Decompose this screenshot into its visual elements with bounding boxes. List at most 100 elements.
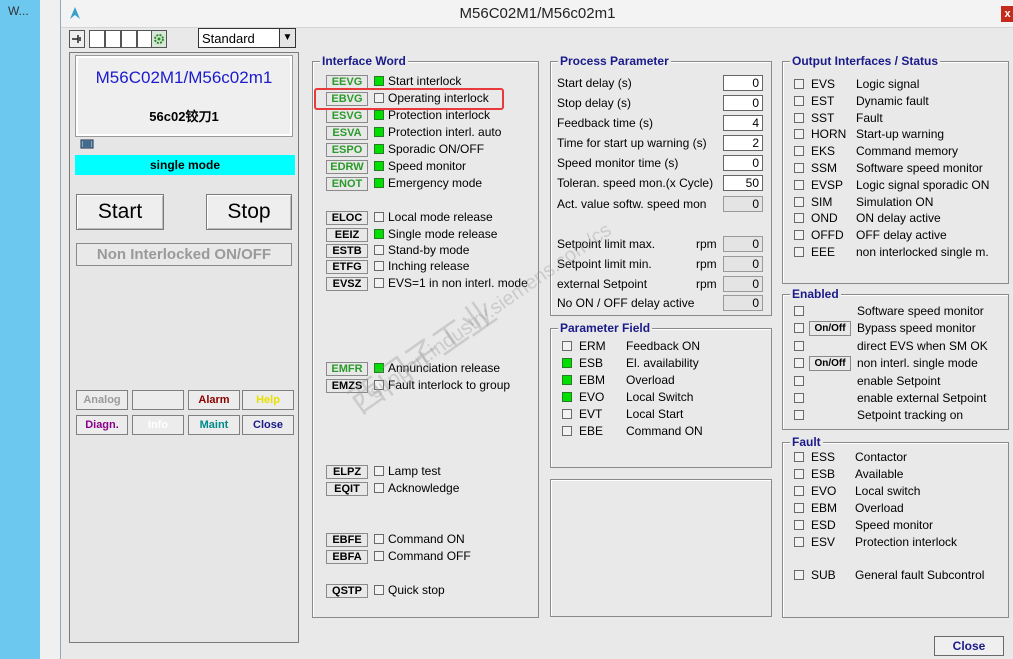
highlight-box [314,88,504,110]
interface-code-esvg[interactable]: ESVG [326,109,368,123]
on-off-button[interactable]: On/Off [809,321,851,337]
checkbox-icon[interactable] [794,375,804,386]
interface-code-eevg[interactable]: EEVG [326,75,368,89]
blank-button[interactable] [132,390,184,410]
checkbox-icon[interactable] [794,306,804,316]
param-field-label: El. availability [626,356,699,370]
enabled-label: enable external Setpoint [857,391,987,405]
help-button[interactable]: Help [242,390,294,410]
status-led-icon [794,230,804,241]
info-button[interactable]: Info [132,415,184,435]
param-value-field[interactable]: 0 [723,95,763,111]
status-led-icon [374,585,384,595]
enabled-label: Setpoint tracking on [857,408,964,423]
output-label: Logic signal sporadic ON [856,177,990,192]
param-value-field[interactable]: 2 [723,135,763,151]
taskbar: W... [0,0,40,659]
output-label: Logic signal [856,77,920,91]
fault-label: Contactor [855,450,908,464]
view-select[interactable]: Standard ▼ [198,28,296,48]
fault-code: ESD [811,518,836,532]
output-label: non interlocked single m. [856,245,989,259]
gear-icon[interactable] [151,30,167,48]
on-off-button[interactable]: On/Off [809,356,851,372]
status-led-icon [374,229,384,239]
interface-code-ebfa[interactable]: EBFA [326,550,368,564]
interface-word-title: Interface Word [320,54,408,68]
interface-label: Local mode release [388,210,493,224]
fault-title: Fault [790,435,823,449]
enabled-label: enable Setpoint [857,373,941,388]
status-led-icon [794,486,804,496]
enabled-title: Enabled [790,287,841,301]
output-code: SIM [811,194,833,209]
interface-code-esva[interactable]: ESVA [326,126,368,140]
checkbox-icon[interactable] [794,410,804,421]
interface-label: Protection interlock [388,108,491,122]
fault-label: Protection interlock [855,535,958,549]
param-label: Act. value softw. speed mon [557,197,707,211]
status-led-icon [374,466,384,476]
maint-button[interactable]: Maint [188,415,240,435]
param-value-field: 0 [723,295,763,311]
interface-code-estb[interactable]: ESTB [326,244,368,258]
start-button[interactable]: Start [76,194,164,230]
status-led-icon [562,375,572,385]
status-led-icon [794,79,804,89]
param-unit: rpm [696,237,717,251]
param-value-field[interactable]: 0 [723,155,763,171]
interface-code-eeiz[interactable]: EEIZ [326,228,368,242]
faceplate-close-button[interactable]: Close [242,415,294,435]
param-value-field[interactable]: 0 [723,75,763,91]
interface-code-eqit[interactable]: EQIT [326,482,368,496]
enabled-label: Bypass speed monitor [857,321,976,336]
diagn-button[interactable]: Diagn. [76,415,128,435]
status-led-icon [794,163,804,173]
checkbox-icon[interactable] [794,323,804,334]
param-label: Time for start up warning (s) [557,136,707,150]
param-value-field[interactable]: 4 [723,115,763,131]
status-led-icon [374,161,384,171]
checkbox-icon[interactable] [794,358,804,369]
interface-code-elpz[interactable]: ELPZ [326,465,368,479]
interface-code-evsz[interactable]: EVSZ [326,277,368,291]
checkbox-icon[interactable] [794,340,804,351]
chevron-down-icon[interactable]: ▼ [279,29,295,47]
analog-button[interactable]: Analog [76,390,128,410]
toolbar-slot-3[interactable] [121,30,137,48]
interface-code-etfg[interactable]: ETFG [326,260,368,274]
interface-label: Command ON [388,532,465,546]
toolbar-slot-2[interactable] [105,30,121,48]
alarm-button[interactable]: Alarm [188,390,240,410]
interface-label: Stand-by mode [388,243,470,257]
output-label: ON delay active [856,211,941,226]
param-unit: rpm [696,277,717,291]
interface-code-qstp[interactable]: QSTP [326,584,368,598]
interface-label: Acknowledge [388,481,460,495]
non-interlocked-button[interactable]: Non Interlocked ON/OFF [76,243,292,266]
process-parameter-group: Process Parameter Start delay (s) 0 Stop d… [550,54,772,316]
taskbar-item[interactable]: W... [0,0,40,24]
pin-icon[interactable] [69,30,85,48]
enabled-label: Software speed monitor [857,304,984,318]
param-label: Toleran. speed mon.(x Cycle) [557,176,714,190]
stop-button[interactable]: Stop [206,194,292,230]
faceplate-window: M56C02M1/M56c02m1 x Standard ▼ M56C02M1/… [60,0,1013,659]
interface-code-ebfe[interactable]: EBFE [326,533,368,547]
output-interfaces-title: Output Interfaces / Status [790,54,941,68]
param-value-field[interactable]: 50 [723,175,763,191]
fault-code: EVO [811,484,837,498]
interface-code-eloc[interactable]: ELOC [326,211,368,225]
interface-code-edrw[interactable]: EDRW [326,160,368,174]
interface-code-enot[interactable]: ENOT [326,177,368,191]
device-name: M56C02M1/M56c02m1 [95,68,273,87]
checkbox-icon[interactable] [794,393,804,403]
window-close-icon[interactable]: x [1001,6,1013,22]
toolbar-slot-1[interactable] [89,30,105,48]
interface-label: Command OFF [388,549,471,563]
param-unit: rpm [696,257,717,271]
interface-code-espo[interactable]: ESPO [326,143,368,157]
param-label: Speed monitor time (s) [557,156,679,170]
output-label: Command memory [856,144,959,159]
close-button[interactable]: Close [934,636,1004,656]
